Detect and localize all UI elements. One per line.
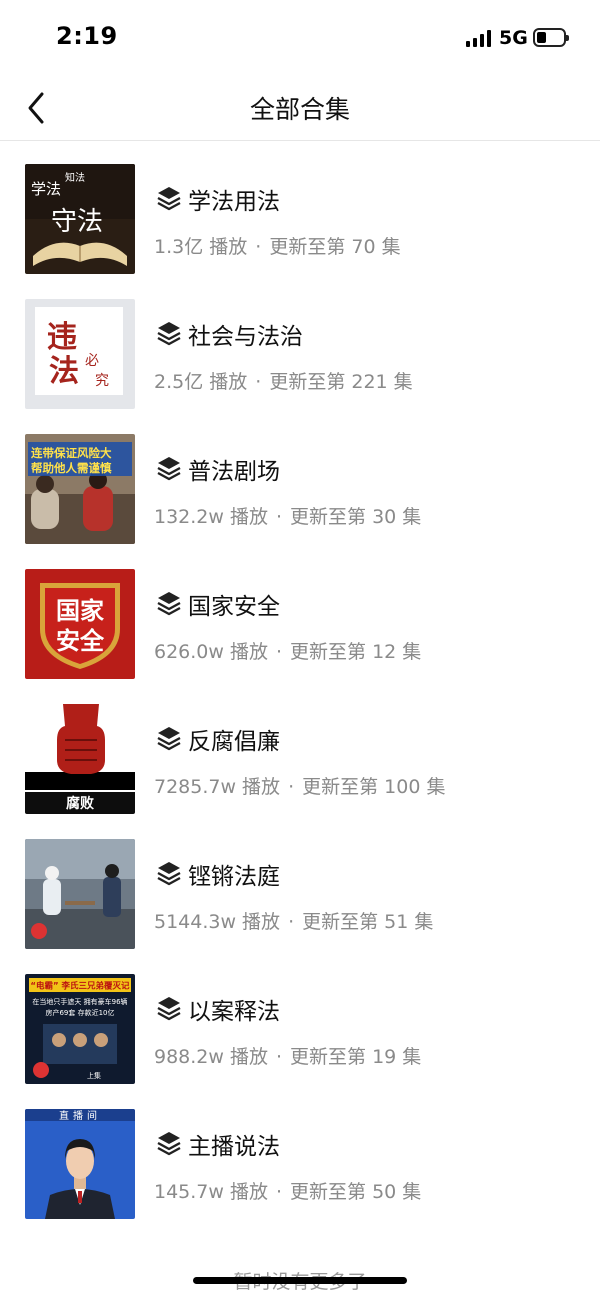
svg-text:法: 法: [49, 354, 79, 389]
layers-icon: [157, 322, 181, 346]
svg-text:守法: 守法: [51, 207, 103, 237]
collection-meta: 132.2w 播放 · 更新至第 30 集: [154, 506, 422, 528]
svg-text:知法: 知法: [65, 171, 85, 184]
update-status: 更新至第 19 集: [290, 1046, 422, 1068]
play-count: 988.2w 播放: [154, 1046, 268, 1068]
svg-text:违: 违: [47, 320, 77, 355]
collection-item[interactable]: 直播间 主播说法 145.7w 播放 · 更新至第 50 集: [0, 1085, 600, 1220]
play-count: 145.7w 播放: [154, 1181, 268, 1203]
svg-text:在当地只手遮天 拥有豪车96辆: 在当地只手遮天 拥有豪车96辆: [32, 997, 127, 1006]
play-count: 132.2w 播放: [154, 506, 268, 528]
svg-text:连带保证风险大: 连带保证风险大: [31, 446, 112, 460]
collection-item[interactable]: 腐败 反腐倡廉 7285.7w 播放 · 更新至第 100 集: [0, 680, 600, 815]
play-count: 7285.7w 播放: [154, 776, 281, 798]
collection-item[interactable]: 铿锵法庭 5144.3w 播放 · 更新至第 51 集: [0, 815, 600, 950]
svg-text:必: 必: [85, 353, 99, 369]
collection-meta: 1.3亿 播放 · 更新至第 70 集: [154, 236, 401, 258]
status-time: 2:19: [56, 22, 118, 50]
layers-icon: [157, 997, 181, 1021]
update-status: 更新至第 100 集: [302, 776, 446, 798]
svg-text:上集: 上集: [87, 1071, 101, 1080]
collection-item[interactable]: 国家 安全 国家安全 626.0w 播放 · 更新至第 12 集: [0, 545, 600, 680]
update-status: 更新至第 30 集: [290, 506, 422, 528]
play-count: 1.3亿 播放: [154, 236, 248, 258]
update-status: 更新至第 51 集: [302, 911, 434, 933]
fist-thumbnail: 腐败: [25, 704, 135, 814]
collection-meta: 7285.7w 播放 · 更新至第 100 集: [154, 776, 446, 798]
home-indicator[interactable]: [193, 1277, 407, 1284]
calligraphy-thumbnail: 违 法 必 究: [25, 299, 135, 409]
svg-text:国家: 国家: [56, 597, 104, 625]
svg-text:究: 究: [95, 373, 109, 389]
book-thumbnail: 学法 知法 守法: [25, 164, 135, 274]
collection-title: 国家安全: [188, 594, 280, 620]
collection-title: 主播说法: [188, 1134, 280, 1160]
svg-text:房产69套 存款近10亿: 房产69套 存款近10亿: [45, 1008, 114, 1017]
layers-icon: [157, 727, 181, 751]
anchor-thumbnail: 直播间: [25, 1109, 135, 1219]
battery-icon: [533, 28, 569, 47]
play-count: 5144.3w 播放: [154, 911, 281, 933]
collection-title: 学法用法: [188, 189, 280, 215]
layers-icon: [157, 862, 181, 886]
collection-title: 铿锵法庭: [188, 864, 280, 890]
svg-text:安全: 安全: [56, 627, 105, 655]
update-status: 更新至第 221 集: [269, 371, 413, 393]
play-count: 626.0w 播放: [154, 641, 268, 663]
svg-text:学法: 学法: [31, 180, 61, 198]
layers-icon: [157, 1132, 181, 1156]
collection-item[interactable]: 学法 知法 守法 学法用法 1.3亿 播放 · 更新至第 70 集: [0, 140, 600, 275]
signal-icon: [466, 30, 492, 47]
courtroom-thumbnail: [25, 839, 135, 949]
layers-icon: [157, 457, 181, 481]
shield-thumbnail: 国家 安全: [25, 569, 135, 679]
play-count: 2.5亿 播放: [154, 371, 248, 393]
collection-meta: 145.7w 播放 · 更新至第 50 集: [154, 1181, 422, 1203]
svg-text:直播间: 直播间: [59, 1109, 101, 1122]
collection-title: 社会与法治: [188, 324, 303, 350]
collection-meta: 626.0w 播放 · 更新至第 12 集: [154, 641, 422, 663]
collection-title: 以案释法: [188, 999, 280, 1025]
svg-text:“电霸” 李氏三兄弟覆灭记: “电霸” 李氏三兄弟覆灭记: [30, 981, 130, 992]
update-status: 更新至第 12 集: [290, 641, 422, 663]
svg-text:帮助他人需谨慎: 帮助他人需谨慎: [31, 461, 112, 475]
collection-title: 反腐倡廉: [188, 729, 280, 755]
collection-title: 普法剧场: [188, 459, 280, 485]
collection-meta: 5144.3w 播放 · 更新至第 51 集: [154, 911, 434, 933]
update-status: 更新至第 70 集: [269, 236, 401, 258]
collection-item[interactable]: 违 法 必 究 社会与法治 2.5亿 播放 · 更新至第 221 集: [0, 275, 600, 410]
nav-bar: 全部合集: [0, 76, 600, 141]
collection-item[interactable]: 连带保证风险大 帮助他人需谨慎 普法剧场 132.2w 播放 · 更新至第 30 集: [0, 410, 600, 545]
collection-item[interactable]: “电霸” 李氏三兄弟覆灭记 在当地只手遮天 拥有豪车96辆 房产69套 存款近1…: [0, 950, 600, 1085]
svg-text:腐败: 腐败: [66, 795, 95, 812]
drama-thumbnail: 连带保证风险大 帮助他人需谨慎: [25, 434, 135, 544]
page-title: 全部合集: [249, 95, 350, 124]
collection-meta: 2.5亿 播放 · 更新至第 221 集: [154, 371, 413, 393]
update-status: 更新至第 50 集: [290, 1181, 422, 1203]
collection-meta: 988.2w 播放 · 更新至第 19 集: [154, 1046, 422, 1068]
network-type: 5G: [499, 27, 528, 49]
case-thumbnail: “电霸” 李氏三兄弟覆灭记 在当地只手遮天 拥有豪车96辆 房产69套 存款近1…: [25, 974, 135, 1084]
layers-icon: [157, 187, 181, 211]
layers-icon: [157, 592, 181, 616]
status-bar: 2:19 5G: [0, 0, 600, 76]
